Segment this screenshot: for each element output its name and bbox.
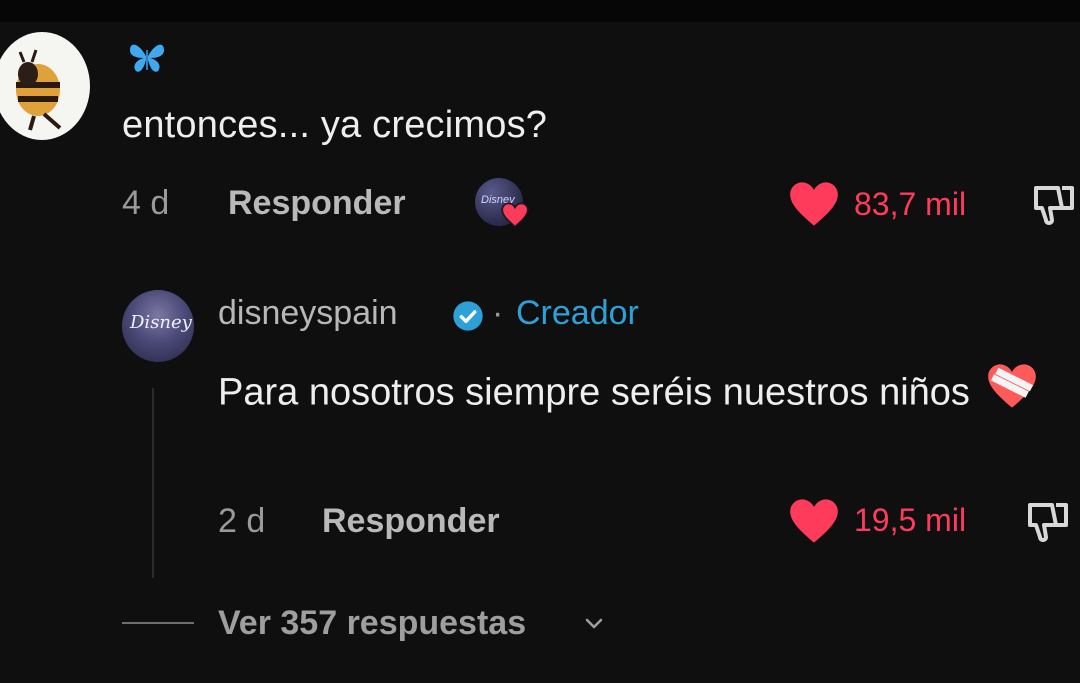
creator-liked-indicator: Disney bbox=[475, 178, 529, 228]
view-replies-button[interactable]: Ver 357 respuestas bbox=[218, 604, 526, 643]
thread-line bbox=[152, 388, 154, 578]
butterfly-icon bbox=[128, 38, 166, 81]
reply-button-2[interactable]: Responder bbox=[322, 502, 500, 541]
separator-dot: · bbox=[492, 294, 504, 332]
reply-age: 2 d bbox=[218, 502, 266, 540]
heart-icon[interactable] bbox=[788, 497, 840, 550]
disney-avatar[interactable]: Disney bbox=[122, 290, 194, 362]
verified-badge-icon bbox=[452, 300, 484, 337]
dislike-icon[interactable] bbox=[1030, 180, 1078, 233]
user-avatar[interactable] bbox=[0, 32, 90, 140]
reply-button[interactable]: Responder bbox=[228, 184, 406, 223]
reply-text: Para nosotros siempre seréis nuestros ni… bbox=[218, 362, 1048, 427]
comment-text: entonces... ya crecimos? bbox=[122, 104, 548, 146]
reply-text-content: Para nosotros siempre seréis nuestros ni… bbox=[218, 371, 970, 414]
dislike-icon[interactable] bbox=[1024, 497, 1072, 550]
chevron-down-icon[interactable] bbox=[580, 612, 608, 641]
top-strip bbox=[0, 0, 1080, 22]
comment-age: 4 d bbox=[122, 184, 170, 222]
reply-username[interactable]: disneyspain bbox=[218, 294, 398, 333]
mending-heart-emoji bbox=[986, 362, 1038, 427]
like-count: 83,7 mil bbox=[854, 186, 967, 222]
creator-badge: Creador bbox=[516, 294, 639, 332]
heart-icon[interactable] bbox=[788, 180, 840, 233]
like-count-2: 19,5 mil bbox=[854, 502, 967, 538]
replies-divider bbox=[122, 622, 194, 624]
